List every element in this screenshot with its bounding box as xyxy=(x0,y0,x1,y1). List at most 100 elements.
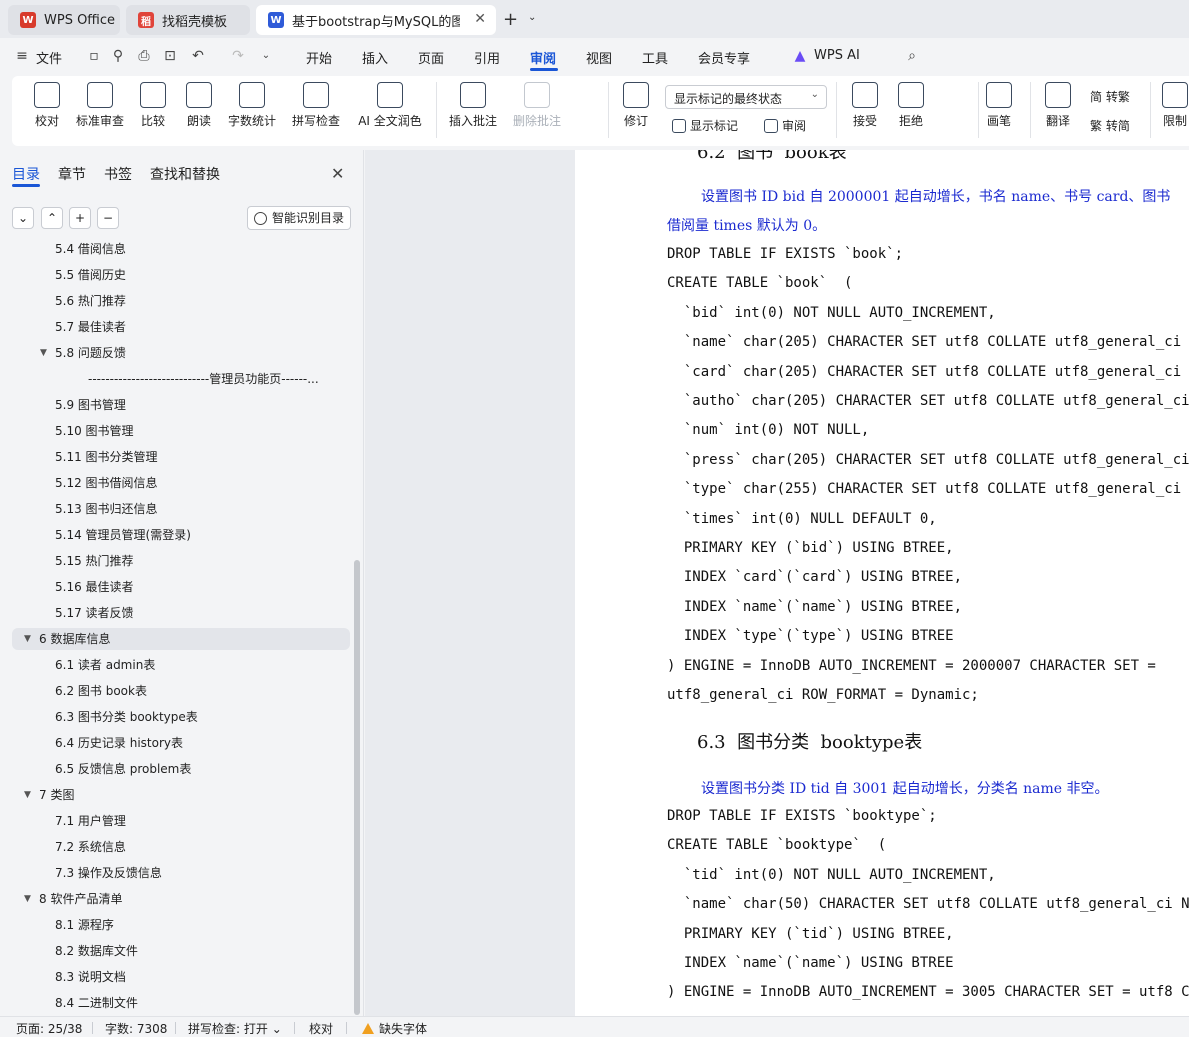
hamburger-icon[interactable]: ≡ xyxy=(14,48,30,64)
menu-tools[interactable]: 工具 xyxy=(642,48,668,67)
to-traditional-button[interactable]: 简 转繁 xyxy=(1090,88,1130,105)
toc-item[interactable]: 8.1 源程序 xyxy=(0,914,352,936)
menu-references[interactable]: 引用 xyxy=(474,48,500,67)
print-preview-icon[interactable]: ⊡ xyxy=(162,48,178,64)
toc-item[interactable]: ▼ 6 数据库信息 xyxy=(12,628,350,650)
compare-button[interactable]: 比较 xyxy=(134,82,172,129)
toc-item[interactable]: ▼ 5.8 问题反馈 xyxy=(0,342,352,364)
toc-item[interactable]: 6.1 读者 admin表 xyxy=(0,654,352,676)
redo-icon[interactable]: ↷ xyxy=(230,48,246,64)
menu-file[interactable]: 文件 xyxy=(36,48,62,67)
menu-review[interactable]: 审阅 xyxy=(530,48,556,67)
tab-find-replace[interactable]: 查找和替换 xyxy=(150,164,220,184)
toc-item[interactable]: 5.10 图书管理 xyxy=(0,420,352,442)
expand-arrow-icon[interactable]: ▼ xyxy=(40,342,47,364)
tab-wps-office[interactable]: W WPS Office xyxy=(8,5,120,35)
share-icon[interactable]: ⚲ xyxy=(110,48,126,64)
toc-item[interactable]: 5.12 图书借阅信息 xyxy=(0,472,352,494)
search-icon[interactable]: ⌕ xyxy=(904,48,920,64)
menu-view[interactable]: 视图 xyxy=(586,48,612,67)
translate-button[interactable]: 翻译 xyxy=(1040,82,1076,129)
toc-item[interactable]: 6.2 图书 book表 xyxy=(0,680,352,702)
toc-scrollbar[interactable] xyxy=(354,560,360,1015)
read-aloud-button[interactable]: 朗读 xyxy=(184,82,214,129)
delete-comment-button[interactable]: 删除批注 xyxy=(506,82,568,129)
toc-item[interactable]: 8.4 二进制文件 xyxy=(0,992,352,1014)
code-line: ) ENGINE = InnoDB AUTO_INCREMENT = 3005 … xyxy=(667,984,1189,1001)
menu-insert[interactable]: 插入 xyxy=(362,48,388,67)
toc-item[interactable]: 5.11 图书分类管理 xyxy=(0,446,352,468)
menu-page[interactable]: 页面 xyxy=(418,48,444,67)
menu-wps-ai[interactable]: WPS AI xyxy=(814,48,860,63)
spell-check-button[interactable]: 拼写检查 xyxy=(286,82,346,129)
undo-icon[interactable]: ↶ xyxy=(190,48,206,64)
word-count-status[interactable]: 字数: 7308 xyxy=(105,1020,167,1037)
toc-item[interactable]: 5.17 读者反馈 xyxy=(0,602,352,624)
code-line: CREATE TABLE `booktype` ( xyxy=(667,837,887,854)
toc-item[interactable]: 5.16 最佳读者 xyxy=(0,576,352,598)
tab-bookmarks[interactable]: 书签 xyxy=(104,164,132,184)
expand-arrow-icon[interactable]: ▼ xyxy=(24,628,31,650)
track-changes-button[interactable]: 修订 xyxy=(616,82,656,129)
save-icon[interactable]: ▫ xyxy=(86,48,102,64)
standard-review-button[interactable]: 标准审查 xyxy=(74,82,126,129)
proofread-status[interactable]: 校对 xyxy=(309,1020,333,1037)
expand-up-button[interactable]: ⌃ xyxy=(41,207,63,229)
toc-item[interactable]: 6.5 反馈信息 problem表 xyxy=(0,758,352,780)
toc-item[interactable]: 8.2 数据库文件 xyxy=(0,940,352,962)
page-indicator[interactable]: 页面: 25/38 xyxy=(16,1020,82,1037)
tab-document[interactable]: W 基于bootstrap与MySQL的图 ✕ xyxy=(256,5,496,35)
document-page[interactable]: 6.2 图书 book表 设置图书 ID bid 自 2000001 起自动增长… xyxy=(575,150,1189,1016)
review-pane-button[interactable]: 审阅 xyxy=(764,117,806,134)
toc-item[interactable]: 5.6 热门推荐 xyxy=(0,290,352,312)
add-heading-button[interactable]: + xyxy=(69,207,91,229)
restrict-button[interactable]: 限制 xyxy=(1160,82,1189,129)
collapse-all-button[interactable]: ⌄ xyxy=(12,207,34,229)
toc-item[interactable]: ▼ 7 类图 xyxy=(0,784,352,806)
close-icon[interactable]: ✕ xyxy=(331,164,344,183)
smart-toc-button[interactable]: 智能识别目录 xyxy=(247,206,351,230)
toc-item[interactable]: 7.1 用户管理 xyxy=(0,810,352,832)
chevron-down-icon[interactable]: ⌄ xyxy=(528,12,536,23)
toc-item[interactable]: 6.3 图书分类 booktype表 xyxy=(0,706,352,728)
toc-item[interactable]: 5.7 最佳读者 xyxy=(0,316,352,338)
toc-item-label: 8.4 二进制文件 xyxy=(55,996,138,1010)
accept-button[interactable]: 接受 xyxy=(846,82,884,129)
toc-item[interactable]: 5.4 借阅信息 xyxy=(0,240,352,260)
remove-heading-button[interactable]: − xyxy=(97,207,119,229)
menu-member[interactable]: 会员专享 xyxy=(698,48,750,67)
proofread-button[interactable]: 校对 xyxy=(32,82,62,129)
tab-toc[interactable]: 目录 xyxy=(12,164,40,184)
to-simplified-button[interactable]: 繁 转简 xyxy=(1090,117,1130,134)
spell-check-status[interactable]: 拼写检查: 打开 ⌄ xyxy=(188,1020,282,1037)
brush-button[interactable]: 画笔 xyxy=(984,82,1014,129)
toc-item[interactable]: 6.4 历史记录 history表 xyxy=(0,732,352,754)
toc-item[interactable]: 5.14 管理员管理(需登录) xyxy=(0,524,352,546)
close-tab-icon[interactable]: ✕ xyxy=(474,11,486,27)
toc-item[interactable]: 5.5 借阅历史 xyxy=(0,264,352,286)
tab-template[interactable]: 稻 找稻壳模板 xyxy=(126,5,250,35)
toc-item[interactable]: 7.3 操作及反馈信息 xyxy=(0,862,352,884)
toc-item[interactable]: 8.3 说明文档 xyxy=(0,966,352,988)
toc-item[interactable]: 5.15 热门推荐 xyxy=(0,550,352,572)
chevron-down-icon[interactable]: ⌄ xyxy=(258,48,274,64)
heading-6-3: 6.3 图书分类 booktype表 xyxy=(697,732,923,753)
toc-item[interactable]: 5.9 图书管理 xyxy=(0,394,352,416)
expand-arrow-icon[interactable]: ▼ xyxy=(24,888,31,910)
toc-item[interactable]: ▼ 8 软件产品清单 xyxy=(0,888,352,910)
reject-button[interactable]: 拒绝 xyxy=(892,82,930,129)
word-count-button[interactable]: 字数统计 xyxy=(226,82,278,129)
markup-state-select[interactable]: 显示标记的最终状态 ⌄ xyxy=(665,85,827,109)
toc-item[interactable]: 7.2 系统信息 xyxy=(0,836,352,858)
menu-start[interactable]: 开始 xyxy=(306,48,332,67)
show-markup-button[interactable]: 显示标记 xyxy=(672,117,738,134)
ai-polish-button[interactable]: AI 全文润色 xyxy=(354,82,426,129)
missing-font-status[interactable]: 缺失字体 xyxy=(362,1020,427,1037)
print-icon[interactable]: ⎙ xyxy=(136,48,152,64)
insert-comment-button[interactable]: 插入批注 xyxy=(446,82,500,129)
tab-sections[interactable]: 章节 xyxy=(58,164,86,184)
toc-item[interactable]: ----------------------------管理员功能页------… xyxy=(0,368,352,390)
new-tab-icon[interactable]: + xyxy=(503,9,518,30)
toc-item[interactable]: 5.13 图书归还信息 xyxy=(0,498,352,520)
expand-arrow-icon[interactable]: ▼ xyxy=(24,784,31,806)
